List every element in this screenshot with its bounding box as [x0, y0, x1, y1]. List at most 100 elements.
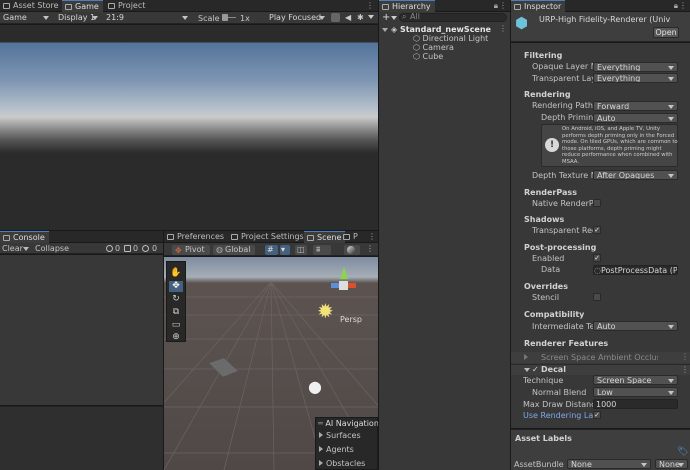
scale-tool-icon[interactable]: ⧉ — [169, 307, 183, 318]
stats-icon[interactable] — [331, 13, 340, 22]
console-log-area[interactable] — [0, 255, 163, 405]
tab-game[interactable]: Game — [62, 0, 103, 12]
play-mode-dropdown[interactable]: Play Focused — [266, 13, 328, 23]
add-dropdown-icon[interactable] — [391, 16, 397, 20]
asset-bundle-dropdown[interactable]: None — [567, 459, 651, 469]
more-icon[interactable]: ⋮ — [681, 365, 689, 374]
increment-snap-button[interactable]: ⩩ — [313, 245, 331, 255]
asset-bundle-variant-dropdown[interactable]: None — [655, 459, 688, 469]
transparent-layer-label: Transparent Layer — [532, 74, 593, 83]
more-icon[interactable]: ⋮ — [368, 232, 376, 241]
surfaces-item[interactable]: Surfaces — [319, 430, 361, 441]
game-mode-dropdown[interactable]: Game — [0, 13, 52, 23]
game-viewport[interactable] — [0, 25, 378, 230]
decal-feature-row[interactable]: ✓ Decal ⋮ — [511, 364, 690, 375]
move-tool-icon[interactable]: ✥ — [169, 281, 183, 292]
tab-project[interactable]: Project — [105, 0, 149, 12]
more-icon[interactable]: ⋮ — [681, 352, 689, 361]
tab-hierarchy[interactable]: Hierarchy — [379, 0, 435, 12]
pivot-toggle[interactable]: ✥ Pivot — [172, 245, 210, 255]
obstacles-item[interactable]: Obstacles — [319, 458, 365, 469]
more-icon[interactable]: ⋮ — [679, 1, 687, 10]
scene-tabbar: Preferences Project Settings Scene P ⋮ — [164, 231, 378, 243]
more-icon[interactable]: ⋮ — [366, 244, 374, 253]
transparent-layer-dropdown[interactable]: Everything — [593, 73, 678, 83]
console-icon — [3, 235, 10, 241]
clear-button[interactable]: Clear — [2, 243, 23, 254]
depth-priming-label: Depth Priming M — [541, 113, 593, 122]
camera-icon[interactable]: ● — [308, 379, 322, 395]
technique-dropdown[interactable]: Screen Space — [593, 375, 678, 385]
mute-audio-icon[interactable]: ◀ — [345, 13, 351, 22]
more-icon[interactable]: ⋮ — [499, 24, 507, 33]
transparent-receive-checkbox[interactable]: ✓ — [593, 226, 601, 234]
collapse-arrow-icon — [382, 28, 388, 32]
more-icon[interactable]: ⋮ — [499, 1, 507, 10]
tab-preferences[interactable]: Preferences — [164, 231, 228, 243]
tab-inspector[interactable]: Inspector — [511, 0, 566, 12]
tab-console[interactable]: Console — [0, 231, 49, 243]
directional-light-icon[interactable]: ✹ — [317, 301, 334, 321]
tab-project-settings[interactable]: Project Settings — [228, 231, 308, 243]
more-icon[interactable]: ⋮ — [366, 1, 374, 10]
tab-extra[interactable]: P — [340, 231, 362, 243]
gizmos-dropdown-icon[interactable] — [368, 15, 374, 19]
global-toggle[interactable]: ◍ Global — [213, 245, 255, 255]
scale-slider-thumb[interactable] — [222, 14, 228, 21]
asset-field-icon: ◌ — [594, 266, 601, 275]
aspect-dropdown[interactable]: 21:9 — [103, 13, 191, 23]
persp-label[interactable]: Persp — [340, 315, 362, 324]
gameobject-icon: ⬡ — [413, 52, 423, 61]
gear-icon — [167, 234, 174, 240]
lock-icon[interactable]: 🔒︎ — [674, 1, 678, 11]
warning-count-icon[interactable] — [124, 245, 131, 252]
snap-settings-button[interactable]: ◫ — [295, 245, 307, 255]
shadows-header: Shadows — [524, 215, 565, 224]
console-detail-area[interactable] — [0, 406, 163, 470]
open-button[interactable]: Open — [653, 27, 679, 38]
use-rendering-layers-checkbox[interactable]: ✓ — [593, 411, 601, 419]
clear-dropdown-icon[interactable] — [23, 247, 29, 251]
label-tag-icon[interactable]: 🏷︎ — [677, 447, 688, 457]
add-icon[interactable]: + — [382, 12, 390, 23]
top-left-tabbar: Asset Store Game Project ⋮ — [0, 0, 378, 12]
inspector-tabbar: Inspector 🔒︎ ⋮ — [511, 0, 690, 12]
native-renderpass-checkbox[interactable] — [593, 199, 601, 207]
stencil-label: Stencil — [532, 293, 560, 302]
scene-viewport[interactable]: ✋ ✥ ↻ ⧉ ▭ ⊕ Persp ✹ ● ═ AI Navigation Su… — [164, 257, 378, 470]
ssao-feature-row[interactable]: Screen Space Ambient Occlusion ⋮ — [511, 352, 690, 363]
rendering-path-dropdown[interactable]: Forward — [593, 101, 678, 111]
decal-enabled-checkmark[interactable]: ✓ — [532, 365, 539, 374]
rotate-tool-icon[interactable]: ↻ — [169, 294, 183, 305]
depth-priming-dropdown[interactable]: Auto — [593, 113, 678, 123]
hierarchy-search-input[interactable]: ⌕ All — [399, 12, 507, 22]
rect-tool-icon[interactable]: ▭ — [169, 320, 183, 331]
normal-blend-dropdown[interactable]: Low — [593, 387, 678, 397]
collapse-button[interactable]: Collapse — [35, 243, 69, 254]
agents-item[interactable]: Agents — [319, 444, 354, 455]
opaque-layer-dropdown[interactable]: Everything — [593, 62, 678, 72]
hierarchy-item-cube[interactable]: ⬡ Cube — [413, 51, 443, 62]
grid-snap-toggle[interactable]: # — [265, 245, 278, 255]
pp-data-field[interactable]: ◌PostProcessData (Po — [593, 265, 678, 275]
info-count-icon[interactable] — [106, 245, 113, 252]
scale-slider[interactable] — [222, 14, 236, 21]
display-dropdown[interactable]: Display 1 — [55, 13, 101, 23]
max-draw-distance-input[interactable]: 1000 — [593, 399, 678, 409]
stencil-checkbox[interactable] — [593, 293, 601, 301]
snap-increment-button[interactable]: ▾ — [280, 245, 290, 255]
draw-mode-button[interactable] — [344, 245, 360, 255]
transparent-receive-label: Transparent Recei — [532, 226, 593, 235]
intermediate-texture-dropdown[interactable]: Auto — [593, 321, 678, 331]
pp-enabled-checkbox[interactable]: ✓ — [593, 254, 601, 262]
depth-texture-dropdown[interactable]: After Opaques — [593, 170, 678, 180]
lock-icon[interactable]: 🔒︎ — [494, 1, 498, 11]
hand-tool-icon[interactable]: ✋ — [169, 268, 183, 279]
transform-tool-icon[interactable]: ⊕ — [169, 332, 183, 342]
tab-asset-store[interactable]: Asset Store — [0, 0, 63, 12]
max-draw-distance-label: Max Draw Distance — [523, 400, 601, 409]
cube-object[interactable] — [208, 357, 239, 378]
settings-icon — [231, 234, 238, 240]
gizmos-icon[interactable]: ✱ — [357, 13, 364, 22]
error-count-icon[interactable] — [142, 245, 149, 252]
